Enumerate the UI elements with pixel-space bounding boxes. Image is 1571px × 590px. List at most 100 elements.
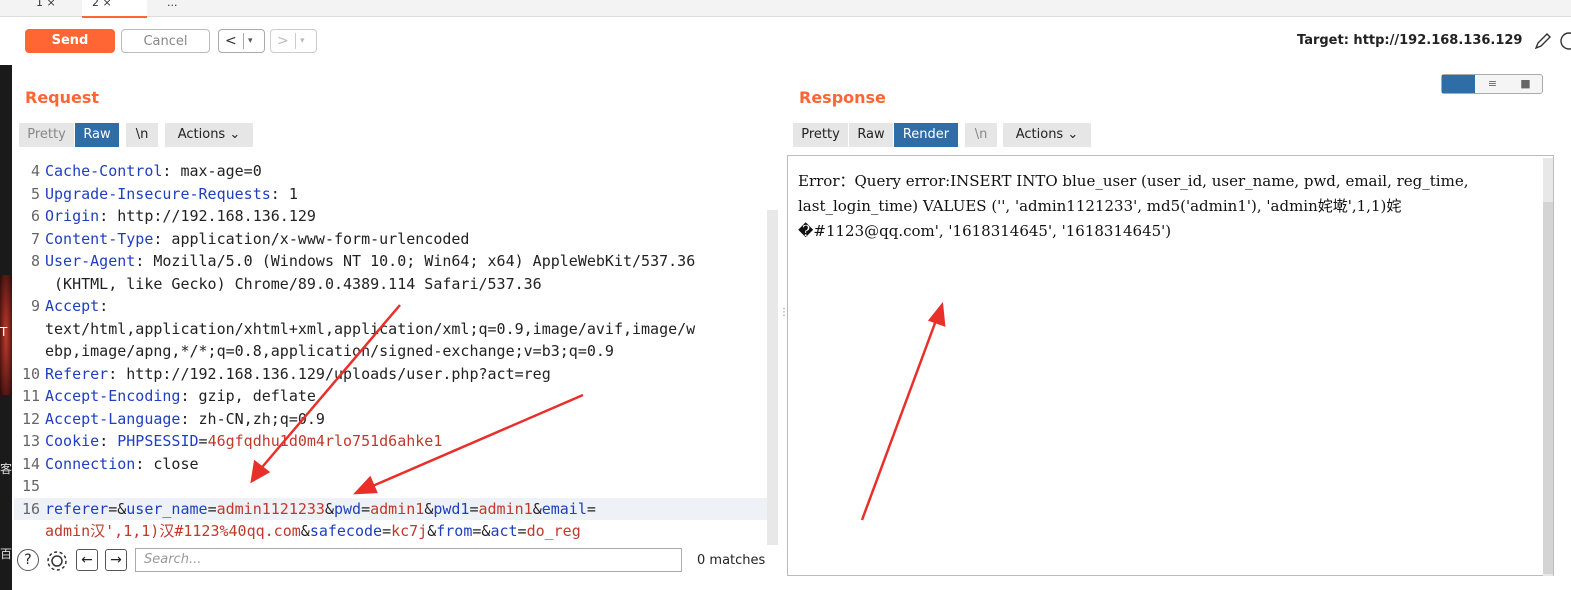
body-token: act bbox=[490, 522, 518, 540]
response-actions-menu[interactable]: Actions ⌄ bbox=[1003, 123, 1091, 147]
line-number: 16 bbox=[21, 499, 40, 518]
header-name: Cache-Control bbox=[45, 162, 163, 180]
line-content: referer=&user_name=admin1121233&pwd=admi… bbox=[45, 498, 596, 520]
response-raw-tab[interactable]: Raw bbox=[849, 123, 893, 147]
editor-line: 4 Cache-Control: max-age=0 bbox=[14, 160, 768, 182]
search-input[interactable]: Search... bbox=[135, 548, 682, 572]
body-token: =& bbox=[108, 499, 127, 518]
header-name: Accept-Encoding bbox=[45, 387, 181, 405]
layout-split-icon[interactable] bbox=[1442, 75, 1475, 93]
body-token: = bbox=[207, 499, 217, 518]
header-name: Cookie bbox=[45, 432, 100, 450]
back-arrow-icon: < bbox=[225, 33, 237, 49]
match-count: 0 matches bbox=[697, 553, 766, 568]
prev-match-button[interactable]: ← bbox=[76, 549, 98, 571]
header-value: : zh-CN,zh;q=0.9 bbox=[180, 409, 325, 428]
line-content: Origin: http://192.168.136.129 bbox=[45, 205, 316, 227]
edge-char-ke: 客 bbox=[0, 462, 13, 476]
raw-tab[interactable]: Raw bbox=[75, 123, 119, 147]
line-number: 9 bbox=[30, 297, 40, 315]
editor-line: text/html,application/xhtml+xml,applicat… bbox=[14, 318, 768, 340]
cookie-value: 46gfqdhu1d0m4rlo751d6ahke1 bbox=[207, 432, 443, 450]
layout-toggle[interactable]: ≡ ■ bbox=[1441, 74, 1543, 94]
tab-more[interactable]: ... bbox=[157, 0, 188, 16]
editor-line: ebp,image/apng,*/*;q=0.8,application/sig… bbox=[14, 340, 768, 362]
chevron-down-icon[interactable]: ▾ bbox=[300, 30, 305, 52]
forward-button[interactable]: > ▾ bbox=[270, 29, 317, 53]
forward-arrow-icon: > bbox=[277, 33, 289, 49]
gear-icon[interactable] bbox=[45, 549, 69, 573]
splitter-handle[interactable]: ⋮ bbox=[779, 308, 789, 330]
line-number: 6 bbox=[30, 207, 40, 225]
header-name: Upgrade-Insecure-Requests bbox=[45, 184, 271, 203]
scrollbar-thumb[interactable] bbox=[1543, 202, 1553, 574]
editor-line: 12 Accept-Language: zh-CN,zh;q=0.9 bbox=[14, 408, 768, 430]
header-name: Referer bbox=[45, 364, 109, 383]
target-label: Target: http://192.168.136.129 bbox=[1297, 33, 1523, 48]
editor-line: 7 Content-Type: application/x-www-form-ur… bbox=[14, 228, 768, 250]
back-button[interactable]: < ▾ bbox=[218, 29, 265, 53]
header-value: : bbox=[99, 297, 109, 315]
editor-line: admin汉',1,1)汉#1123%40qq.com&safecode=kc7… bbox=[14, 520, 768, 542]
response-render-tab[interactable]: Render bbox=[894, 123, 958, 147]
body-token: from bbox=[436, 522, 473, 540]
body-token: = bbox=[517, 522, 527, 540]
header-name: Connection bbox=[45, 454, 136, 473]
tab-1[interactable]: 1 × bbox=[26, 0, 66, 16]
pretty-tab[interactable]: Pretty bbox=[19, 123, 74, 147]
body-token: =& bbox=[472, 522, 491, 540]
editor-line: (KHTML, like Gecko) Chrome/89.0.4389.114… bbox=[14, 273, 768, 295]
newline-toggle[interactable]: \n bbox=[126, 123, 158, 147]
line-content: ebp,image/apng,*/*;q=0.8,application/sig… bbox=[45, 340, 614, 362]
response-scrollbar[interactable] bbox=[1543, 158, 1553, 576]
body-token: do_reg bbox=[526, 522, 581, 540]
editor-line: 16 referer=&user_name=admin1121233&pwd=ad… bbox=[14, 497, 768, 520]
actions-menu[interactable]: Actions ⌄ bbox=[165, 123, 253, 147]
body-token: = bbox=[586, 499, 596, 518]
layout-horizontal-icon[interactable]: ≡ bbox=[1476, 75, 1509, 93]
line-content: Cookie: PHPSESSID=46gfqdhu1d0m4rlo751d6a… bbox=[45, 430, 442, 452]
line-content: Referer: http://192.168.136.129/uploads/… bbox=[45, 363, 551, 385]
header-value: : 1 bbox=[270, 184, 298, 203]
render-line: �#1123@qq.com', '1618314645', '161831464… bbox=[798, 222, 1172, 240]
cookie-name: PHPSESSID bbox=[117, 432, 199, 450]
edge-char-bai: 百 bbox=[0, 547, 13, 561]
line-number: 13 bbox=[21, 432, 40, 450]
cancel-button[interactable]: Cancel bbox=[121, 29, 210, 53]
line-content: (KHTML, like Gecko) Chrome/89.0.4389.114… bbox=[45, 273, 542, 295]
layout-single-icon[interactable]: ■ bbox=[1509, 75, 1542, 93]
divider bbox=[243, 33, 244, 49]
editor-line: 8 User-Agent: Mozilla/5.0 (Windows NT 10.… bbox=[14, 250, 768, 272]
response-pretty-tab[interactable]: Pretty bbox=[793, 123, 848, 147]
request-editor[interactable]: 4 Cache-Control: max-age=0 5 Upgrade-Insecu… bbox=[14, 155, 768, 545]
request-scrollbar[interactable] bbox=[767, 210, 778, 545]
line-number: 11 bbox=[21, 387, 40, 405]
divider bbox=[295, 33, 296, 49]
header-value: : max-age=0 bbox=[162, 162, 262, 180]
header-value: : http://192.168.136.129 bbox=[99, 207, 316, 225]
header-value: : bbox=[99, 432, 118, 450]
tab-strip: 1 × 2 × ... bbox=[0, 0, 1571, 18]
line-content: Upgrade-Insecure-Requests: 1 bbox=[45, 183, 298, 205]
line-number: 14 bbox=[21, 454, 40, 473]
body-token: & bbox=[424, 499, 434, 518]
editor-line: 5 Upgrade-Insecure-Requests: 1 bbox=[14, 183, 768, 205]
body-token: email bbox=[541, 499, 587, 518]
help-button[interactable]: ? bbox=[17, 549, 39, 571]
line-number: 5 bbox=[30, 184, 40, 203]
tab-2[interactable]: 2 × bbox=[82, 0, 147, 18]
line-content: Content-Type: application/x-www-form-url… bbox=[45, 228, 469, 250]
pencil-icon[interactable] bbox=[1533, 31, 1553, 51]
response-newline-toggle[interactable]: \n bbox=[965, 123, 997, 147]
editor-line: 10 Referer: http://192.168.136.129/upload… bbox=[14, 363, 768, 385]
cookie-eq: = bbox=[198, 432, 208, 450]
body-token: = bbox=[469, 499, 479, 518]
send-button[interactable]: Send bbox=[25, 29, 115, 53]
actions-label: Actions bbox=[177, 127, 226, 142]
line-number: 7 bbox=[30, 229, 40, 248]
line-content: Connection: close bbox=[45, 453, 199, 475]
body-token: admin1 bbox=[478, 499, 533, 518]
chevron-down-icon[interactable]: ▾ bbox=[248, 30, 253, 52]
next-match-button[interactable]: → bbox=[105, 549, 127, 571]
help-icon[interactable] bbox=[1558, 31, 1571, 51]
